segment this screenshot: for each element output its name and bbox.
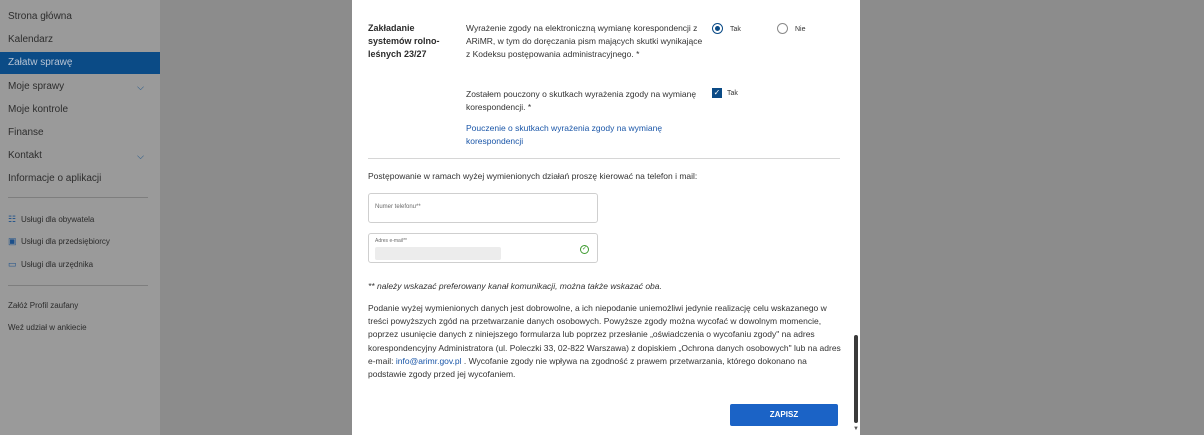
sidebar-divider [8, 285, 148, 286]
sidebar-item-label: Usługi dla urzędnika [21, 260, 94, 269]
person-icon: ☷ [8, 214, 17, 224]
chevron-down-icon: ⌵ [137, 151, 144, 161]
backdrop-overlay [860, 0, 1204, 435]
contact-note: ** należy wskazać preferowany kanał komu… [368, 281, 662, 291]
chevron-down-icon: ⌵ [137, 82, 144, 92]
contact-intro: Postępowanie w ramach wyżej wymienionych… [368, 171, 698, 181]
sidebar-item-label: Strona główna [8, 11, 72, 22]
sidebar-divider [8, 197, 148, 198]
sidebar-item-label: Finanse [8, 127, 44, 138]
sidebar-item-my-matters[interactable]: Moje sprawy ⌵ [0, 76, 160, 98]
sidebar-item-handle-matter[interactable]: Załatw sprawę [0, 52, 160, 74]
consent-question-informed: Zostałem pouczony o skutkach wyrażenia z… [466, 89, 697, 112]
informed-checkbox[interactable]: ✓ [712, 88, 722, 98]
email-field[interactable]: Adres e-mail** ✓ [368, 233, 598, 263]
consent-question-correspondence: Wyrażenie zgody na elektroniczną wymianę… [466, 23, 703, 59]
sidebar-item-survey[interactable]: Weź udział w ankiecie [8, 321, 87, 335]
radio-yes[interactable] [712, 23, 723, 34]
sidebar-item-label: Informacje o aplikacji [8, 173, 102, 184]
sidebar-item-calendar[interactable]: Kalendarz [0, 29, 160, 51]
section-title: Zakładanie systemów rolno-leśnych 23/27 [368, 23, 440, 59]
email-value-redacted [375, 247, 501, 260]
sidebar-service-business[interactable]: ▣ Usługi dla przedsiębiorcy [8, 234, 110, 249]
radio-yes-label: Tak [730, 26, 741, 33]
sidebar-item-finance[interactable]: Finanse [0, 122, 160, 144]
sidebar-item-my-inspections[interactable]: Moje kontrole [0, 99, 160, 121]
sidebar-item-label: Usługi dla przedsiębiorcy [21, 237, 110, 246]
radio-no[interactable] [777, 23, 788, 34]
privacy-paragraph: Podanie wyżej wymienionych danych jest d… [368, 302, 846, 381]
consent-info-link[interactable]: Pouczenie o skutkach wyrażenia zgody na … [466, 122, 706, 148]
radio-no-label: Nie [795, 26, 806, 33]
sidebar-item-trusted-profile[interactable]: Załóż Profil zaufany [8, 299, 78, 313]
sidebar-item-label: Moje sprawy [8, 81, 65, 92]
sidebar-item-about[interactable]: Informacje o aplikacji [0, 168, 160, 190]
sidebar-service-citizen[interactable]: ☷ Usługi dla obywatela [8, 212, 94, 227]
sidebar-item-label: Załatw sprawę [8, 57, 73, 68]
briefcase-icon: ▣ [8, 236, 17, 246]
informed-checkbox-label: Tak [727, 90, 738, 97]
sidebar-item-label: Usługi dla obywatela [21, 215, 95, 224]
scrollbar-thumb[interactable] [854, 335, 858, 423]
sidebar-item-label: Moje kontrole [8, 104, 69, 115]
email-label: Adres e-mail** [375, 238, 407, 244]
monitor-icon: ▭ [8, 259, 17, 269]
phone-field[interactable]: Numer telefonu** [368, 193, 598, 223]
save-button[interactable]: ZAPISZ [730, 404, 838, 426]
sidebar-item-label: Weź udział w ankiecie [8, 323, 87, 332]
sidebar-item-home[interactable]: Strona główna [0, 6, 160, 28]
sidebar-item-label: Kontakt [8, 150, 42, 161]
scroll-down-icon[interactable]: ▼ [853, 426, 859, 432]
section-divider [368, 158, 840, 159]
sidebar: Strona główna Kalendarz Załatw sprawę Mo… [0, 0, 160, 435]
valid-check-icon: ✓ [580, 245, 589, 254]
phone-placeholder: Numer telefonu** [375, 204, 421, 210]
sidebar-item-label: Załóż Profil zaufany [8, 301, 79, 310]
consent-form-panel: Zakładanie systemów rolno-leśnych 23/27 … [352, 0, 860, 435]
sidebar-service-official[interactable]: ▭ Usługi dla urzędnika [8, 257, 93, 272]
sidebar-item-contact[interactable]: Kontakt ⌵ [0, 145, 160, 167]
sidebar-item-label: Kalendarz [8, 34, 54, 45]
privacy-email-link[interactable]: info@arimr.gov.pl [396, 356, 462, 366]
checkmark-icon: ✓ [713, 88, 721, 97]
